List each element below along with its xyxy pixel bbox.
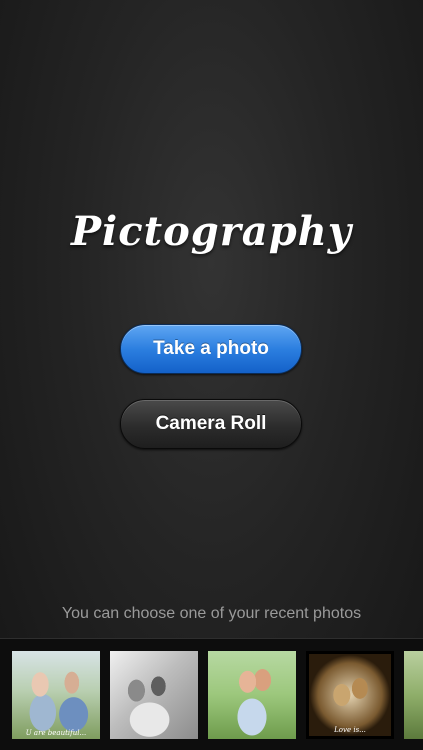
app-logo: Pictography bbox=[70, 208, 353, 255]
photo-caption: Love is... bbox=[334, 726, 366, 734]
recent-photos-caption: You can choose one of your recent photos bbox=[61, 605, 362, 622]
recent-photo-thumbnail[interactable]: Love is... bbox=[306, 651, 394, 739]
recent-photo-thumbnail[interactable]: U are beautiful... bbox=[12, 651, 100, 739]
camera-roll-button[interactable]: Camera Roll bbox=[120, 399, 302, 449]
photo-caption: U are beautiful... bbox=[25, 729, 87, 737]
recent-photo-thumbnail[interactable] bbox=[110, 651, 198, 739]
recent-photo-thumbnail[interactable] bbox=[404, 651, 423, 739]
recent-photo-thumbnail[interactable] bbox=[208, 651, 296, 739]
recent-photos-strip[interactable]: U are beautiful... Love is... bbox=[0, 638, 423, 750]
take-photo-button[interactable]: Take a photo bbox=[120, 324, 302, 374]
